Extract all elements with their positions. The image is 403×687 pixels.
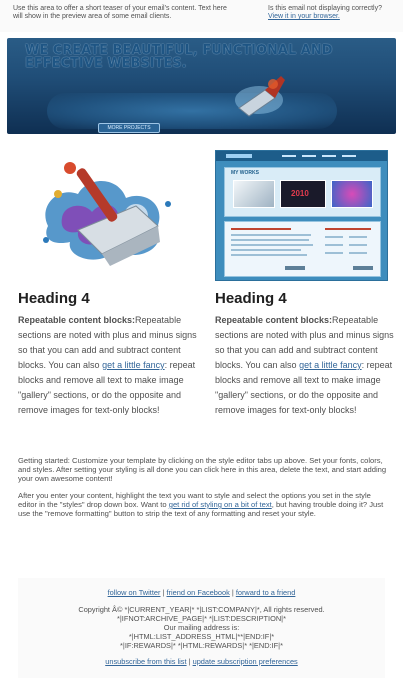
left-column-fancy-link[interactable]: get a little fancy [102, 360, 165, 370]
preheader-browser-link: Is this email not displaying correctly? … [268, 5, 394, 21]
screenshot-line [231, 239, 309, 241]
body-copy: Getting started: Customize your template… [18, 456, 391, 526]
paint-splash-icon [43, 162, 171, 266]
screenshot-number: 2010 [291, 189, 309, 198]
remove-styling-link[interactable]: get rid of styling on a bit of text [169, 500, 272, 509]
screenshot-line [231, 249, 301, 251]
left-column-image [18, 146, 198, 276]
screenshot-line [325, 236, 343, 238]
hero-title: WE CREATE BEAUTIFUL, FUNCTIONAL AND EFFE… [25, 43, 333, 71]
mailing-address-label: Our mailing address is: [163, 623, 240, 632]
footer-subscription-links: unsubscribe from this list | update subs… [18, 657, 385, 666]
screenshot-section-title: MY WORKS [231, 170, 259, 176]
screenshot-nav-item [322, 155, 336, 157]
footer-social-links: follow on Twitter | friend on Facebook |… [18, 588, 385, 597]
facebook-link[interactable]: friend on Facebook [167, 588, 230, 597]
screenshot-nav-item [282, 155, 296, 157]
screenshot-button [285, 266, 305, 270]
screenshot-button [353, 266, 373, 270]
copyright-text: Copyright Â© *|CURRENT_YEAR|* *|LIST:COM… [78, 605, 325, 614]
getting-started-paragraph: Getting started: Customize your template… [18, 456, 387, 483]
left-column-strong: Repeatable content blocks: [18, 315, 136, 325]
preheader: Use this area to offer a short teaser of… [0, 0, 403, 32]
styling-paragraph: After you enter your content, highlight … [18, 491, 391, 518]
screenshot-nav-item [302, 155, 316, 157]
screenshot-thumb: 2010 [280, 180, 326, 208]
screenshot-line [231, 228, 291, 230]
archive-text: *|IFNOT:ARCHIVE_PAGE|* *|LIST:DESCRIPTIO… [117, 614, 286, 623]
screenshot-line [231, 234, 311, 236]
email-page: Use this area to offer a short teaser of… [0, 0, 403, 687]
unsubscribe-link[interactable]: unsubscribe from this list [105, 657, 186, 666]
left-column-text: Repeatable content blocks:Repeatable sec… [18, 313, 200, 418]
left-column [18, 146, 198, 276]
preheader-teaser: Use this area to offer a short teaser of… [13, 5, 227, 20]
right-column-image: MY WORKS 2010 [215, 146, 395, 281]
screenshot-thumb [331, 180, 373, 208]
footer-copyright-block: Copyright Â© *|CURRENT_YEAR|* *|LIST:COM… [18, 605, 385, 650]
footer: follow on Twitter | friend on Facebook |… [18, 578, 385, 678]
hero-banner: WE CREATE BEAUTIFUL, FUNCTIONAL AND EFFE… [7, 38, 396, 134]
view-in-browser-link[interactable]: View it in your browser. [268, 13, 340, 20]
website-screenshot: MY WORKS 2010 [215, 150, 388, 281]
screenshot-line [231, 254, 307, 256]
right-column: MY WORKS 2010 [215, 146, 395, 281]
screenshot-nav-item [342, 155, 356, 157]
screenshot-line [349, 252, 367, 254]
right-column-text: Repeatable content blocks:Repeatable sec… [215, 313, 395, 418]
screenshot-line [325, 228, 371, 230]
screenshot-thumb [233, 180, 275, 208]
left-column-heading: Heading 4 [18, 290, 90, 307]
right-column-fancy-link[interactable]: get a little fancy [299, 360, 362, 370]
screenshot-line [325, 244, 343, 246]
screenshot-logo [226, 154, 252, 158]
screenshot-content-area [224, 221, 381, 277]
screenshot-gallery-panel: MY WORKS 2010 [224, 167, 381, 217]
hero-background-glow [47, 93, 337, 129]
rewards-text: *|IF:REWARDS|* *|HTML:REWARDS|* *|END:IF… [120, 641, 283, 650]
right-column-strong: Repeatable content blocks: [215, 315, 333, 325]
paintbrush-art-icon [235, 76, 285, 117]
update-preferences-link[interactable]: update subscription preferences [193, 657, 298, 666]
not-displaying-text: Is this email not displaying correctly? [268, 5, 382, 12]
screenshot-line [325, 252, 343, 254]
mailing-address: *|HTML:LIST_ADDRESS_HTML|**|END:IF|* [128, 632, 275, 641]
screenshot-line [231, 244, 313, 246]
right-column-heading: Heading 4 [215, 290, 287, 307]
screenshot-line [349, 236, 367, 238]
screenshot-line [349, 244, 367, 246]
forward-link[interactable]: forward to a friend [236, 588, 296, 597]
twitter-link[interactable]: follow on Twitter [108, 588, 161, 597]
more-projects-button[interactable]: MORE PROJECTS [98, 123, 160, 133]
